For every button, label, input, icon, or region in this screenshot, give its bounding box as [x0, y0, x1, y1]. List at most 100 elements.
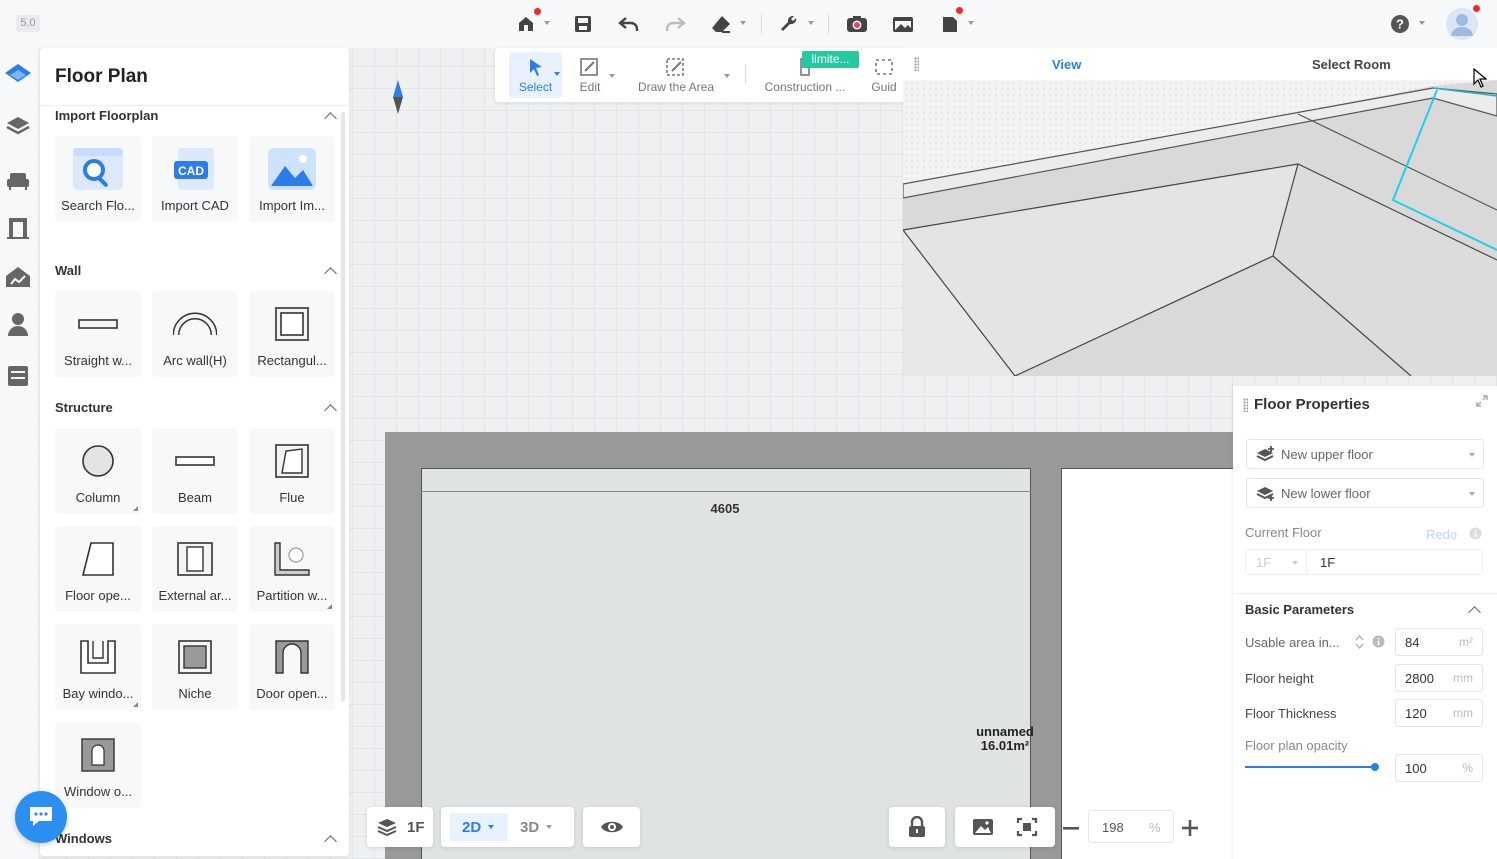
wrench-icon[interactable] [776, 12, 802, 36]
zoom-input[interactable]: 198 % [1088, 810, 1174, 843]
opacity-slider-fill [1245, 766, 1375, 768]
chevron-up-icon[interactable] [1468, 606, 1481, 619]
chevron-down-icon [1469, 453, 1475, 457]
furniture-rail-icon[interactable] [4, 166, 32, 194]
chevron-down-icon[interactable] [968, 21, 974, 25]
help-icon[interactable]: ? [1387, 12, 1413, 36]
tab-view[interactable]: View [1052, 57, 1081, 72]
partition-wall-tile[interactable]: Partition w... [249, 526, 335, 612]
room-label[interactable]: unnamed 16.01m² [958, 725, 1052, 753]
chevron-up-icon[interactable] [324, 835, 337, 848]
layers-rail-icon[interactable] [4, 112, 32, 140]
straight-wall-icon [55, 301, 141, 347]
chevron-down-icon[interactable] [609, 74, 615, 78]
room-area[interactable] [421, 468, 1031, 859]
chevron-down-icon[interactable] [808, 21, 814, 25]
floor-name-input[interactable]: 1F [1306, 549, 1483, 575]
rectangular-wall-icon [249, 301, 335, 347]
top-bar: 5.0 ? [0, 0, 1497, 48]
avatar[interactable] [1446, 8, 1478, 40]
search-floorplan-tile[interactable]: Search Flo... [55, 136, 141, 222]
chevron-down-icon[interactable] [554, 72, 560, 76]
input-unit: % [1462, 761, 1473, 775]
opacity-input[interactable]: 100 % [1395, 754, 1483, 782]
usable-area-input[interactable]: 84 m² [1395, 628, 1483, 656]
chevron-down-icon[interactable] [740, 21, 746, 25]
chevron-down-icon[interactable] [724, 74, 730, 78]
zoom-out-icon[interactable] [1061, 818, 1081, 838]
svg-text:?: ? [1396, 17, 1404, 32]
floor-height-input[interactable]: 2800 mm [1395, 664, 1483, 692]
mode-2d-button[interactable]: 2D [450, 813, 508, 841]
flue-tile[interactable]: Flue [249, 428, 335, 514]
door-rail-icon[interactable] [4, 214, 32, 242]
draw-area-tool-button[interactable]: Draw the Area [631, 52, 721, 98]
info-icon[interactable] [1469, 527, 1482, 543]
guide-tool-button[interactable]: Guid [869, 52, 899, 98]
expand-icon[interactable] [1476, 395, 1488, 410]
redo-icon[interactable] [662, 12, 688, 36]
floor-plan-rail-icon[interactable] [4, 60, 32, 88]
cabinet-rail-icon[interactable] [4, 362, 32, 390]
panel-scrollbar[interactable] [341, 112, 345, 702]
undo-icon[interactable] [616, 12, 642, 36]
visibility-button[interactable] [583, 807, 640, 847]
floor-thickness-input[interactable]: 120 mm [1395, 699, 1483, 727]
floor-select[interactable]: 1F [1245, 549, 1307, 575]
chevron-down-icon[interactable] [1419, 21, 1425, 25]
tab-select-room[interactable]: Select Room [1312, 57, 1391, 72]
niche-tile[interactable]: Niche [152, 624, 238, 710]
notification-dot [534, 8, 541, 15]
redo-link[interactable]: Redo [1426, 527, 1457, 542]
save-icon[interactable] [570, 12, 596, 36]
arc-wall-tile[interactable]: Arc wall(H) [152, 291, 238, 377]
info-icon[interactable] [1372, 635, 1385, 651]
3d-preview-window[interactable]: View Select Room [903, 48, 1497, 376]
window-opening-tile[interactable]: Window o... [55, 722, 141, 808]
new-lower-floor-button[interactable]: New lower floor [1246, 478, 1484, 508]
import-cad-tile[interactable]: CAD Import CAD [152, 136, 238, 222]
gallery-icon[interactable] [890, 12, 916, 36]
compass-icon[interactable] [392, 80, 404, 117]
opacity-slider[interactable] [1245, 763, 1379, 771]
straight-wall-tile[interactable]: Straight w... [55, 291, 141, 377]
mode-3d-button[interactable]: 3D [514, 813, 564, 841]
camera-icon[interactable] [844, 12, 870, 36]
floor-switcher[interactable]: 1F [367, 807, 433, 847]
adjacent-room-area[interactable] [1061, 468, 1233, 859]
input-value: 84 [1405, 635, 1420, 650]
floor-opening-icon [55, 536, 141, 582]
import-image-tile[interactable]: Import Im... [249, 136, 335, 222]
floor-height-label: Floor height [1245, 671, 1314, 686]
door-opening-tile[interactable]: Door open... [249, 624, 335, 710]
opacity-slider-thumb[interactable] [1371, 763, 1379, 771]
bay-window-tile[interactable]: Bay windo... [55, 624, 141, 710]
background-image-icon[interactable] [972, 818, 994, 839]
person-rail-icon[interactable] [4, 310, 32, 338]
sort-icon[interactable] [1355, 635, 1364, 652]
home-icon[interactable] [513, 12, 539, 36]
drag-handle-icon[interactable] [914, 57, 919, 71]
fit-view-icon[interactable] [1016, 817, 1038, 840]
chat-button[interactable] [15, 791, 67, 843]
new-upper-floor-button[interactable]: New upper floor [1246, 439, 1484, 469]
input-unit: m² [1459, 635, 1473, 649]
eraser-icon[interactable] [708, 12, 734, 36]
tile-label: External ar... [158, 588, 232, 603]
chevron-up-icon[interactable] [324, 112, 337, 125]
chevron-up-icon[interactable] [324, 267, 337, 280]
document-icon[interactable] [937, 12, 963, 36]
drag-handle-icon[interactable] [1243, 398, 1248, 412]
section-divider [1233, 593, 1497, 594]
chevron-up-icon[interactable] [324, 404, 337, 417]
floor-opening-tile[interactable]: Floor ope... [55, 526, 141, 612]
landscape-rail-icon[interactable] [4, 263, 32, 291]
lock-button[interactable] [889, 807, 945, 847]
beam-tile[interactable]: Beam [152, 428, 238, 514]
edit-tool-button[interactable]: Edit [573, 52, 607, 98]
external-area-tile[interactable]: External ar... [152, 526, 238, 612]
column-tile[interactable]: Column [55, 428, 141, 514]
chevron-down-icon[interactable] [544, 21, 550, 25]
zoom-in-icon[interactable] [1180, 818, 1200, 838]
rectangular-wall-tile[interactable]: Rectangul... [249, 291, 335, 377]
